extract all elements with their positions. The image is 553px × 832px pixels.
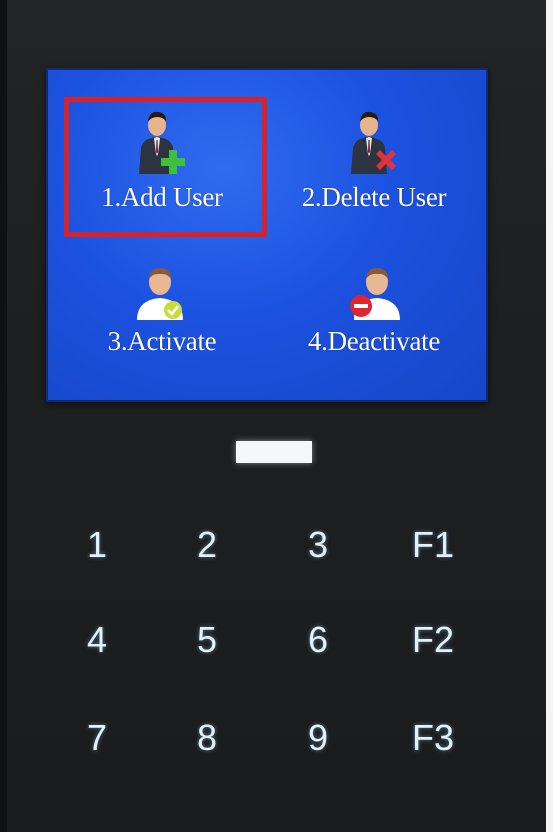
menu-label-activate: 3.Activate (107, 326, 217, 356)
key-f2[interactable]: F2 (388, 610, 478, 670)
key-5[interactable]: 5 (162, 610, 252, 670)
delete-user-icon (351, 111, 396, 174)
key-f3[interactable]: F3 (388, 708, 478, 768)
add-user-icon (139, 111, 185, 174)
lcd-screen: 1.Add User 2.Delete User 3.Activate 4.De… (46, 68, 488, 402)
menu-item-delete-user[interactable]: 2.Delete User (274, 108, 474, 213)
key-3[interactable]: 3 (273, 515, 363, 575)
menu-label-add-user: 1.Add User (101, 182, 223, 212)
status-indicator-light (236, 441, 312, 463)
key-f1[interactable]: F1 (388, 515, 478, 575)
key-4[interactable]: 4 (52, 610, 142, 670)
key-2[interactable]: 2 (162, 515, 252, 575)
menu-label-delete-user: 2.Delete User (301, 182, 447, 212)
menu-label-deactivate: 4.Deactivate (307, 326, 441, 356)
menu-item-activate[interactable]: 3.Activate (62, 264, 262, 357)
activate-user-icon (137, 268, 183, 320)
key-9[interactable]: 9 (273, 708, 363, 768)
key-7[interactable]: 7 (52, 708, 142, 768)
key-1[interactable]: 1 (52, 515, 142, 575)
deactivate-user-icon (350, 268, 400, 320)
key-6[interactable]: 6 (273, 610, 363, 670)
background-edge (546, 0, 553, 832)
device-panel: 1.Add User 2.Delete User 3.Activate 4.De… (0, 0, 553, 832)
key-8[interactable]: 8 (162, 708, 252, 768)
device-edge-left (0, 0, 7, 832)
menu-item-add-user[interactable]: 1.Add User (62, 108, 262, 213)
menu-item-deactivate[interactable]: 4.Deactivate (274, 264, 474, 357)
